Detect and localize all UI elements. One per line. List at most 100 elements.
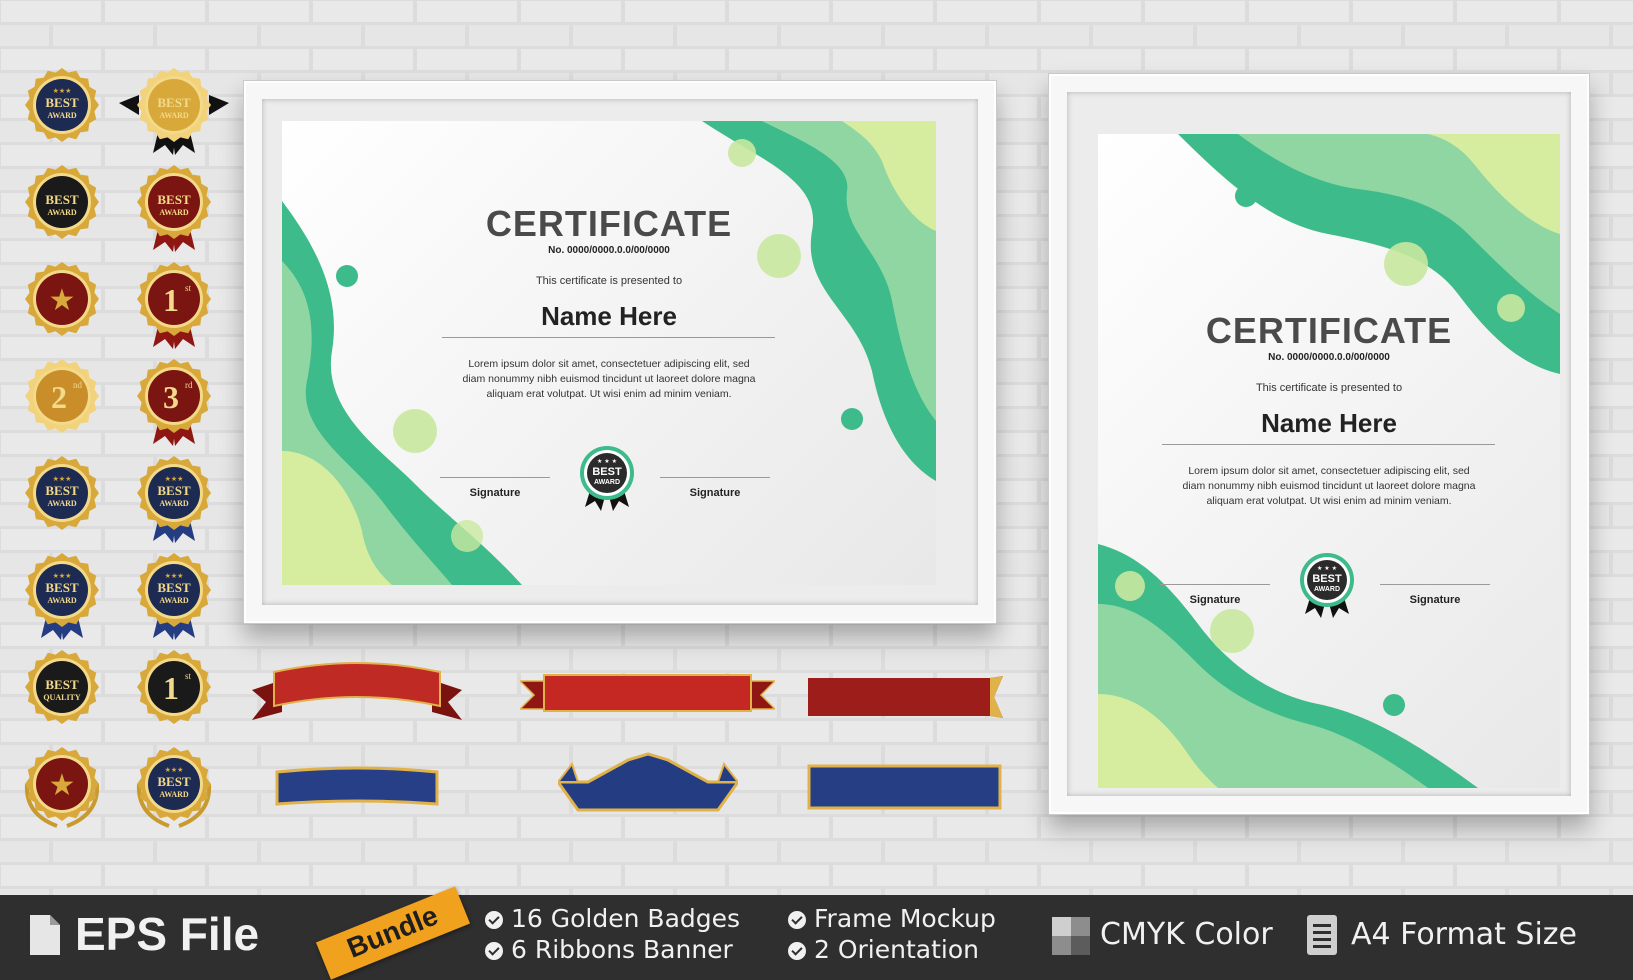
check-icon [485,911,503,929]
check-icon [788,942,806,960]
svg-text:BEST: BEST [157,192,191,207]
svg-text:★★★: ★★★ [53,572,72,580]
document-icon [30,915,60,955]
svg-text:st: st [185,671,192,681]
svg-text:AWARD: AWARD [159,111,189,120]
certificate-body-line1: Lorem ipsum dolor sit amet, consectetuer… [468,358,750,370]
eps-file-label: EPS File [75,908,260,960]
svg-text:BEST: BEST [45,483,79,498]
bundle-label: Bundle [342,899,443,964]
certificate-body-line3: aliquam erat volutpat. Ut wisi enim ad m… [486,388,732,400]
svg-text:★★★: ★★★ [165,572,184,580]
landscape-green-waves [282,121,936,585]
svg-text:★ ★ ★: ★ ★ ★ [1317,565,1337,572]
certificate-body-line1: Lorem ipsum dolor sit amet, consectetuer… [1188,465,1470,477]
portrait-frame: CERTIFICATE No. 0000/0000.0.0/00/0000 Th… [1048,73,1590,815]
signature-line-right [660,477,770,478]
certificate-name: Name Here [541,301,677,331]
certificate-number: No. 0000/0000.0.0/00/0000 [548,245,670,256]
svg-text:BEST: BEST [157,580,191,595]
certificate-number: No. 0000/0000.0.0/00/0000 [1268,352,1390,363]
svg-text:★ ★ ★: ★ ★ ★ [597,458,617,465]
feature-orientation-text: 2 Orientation [814,935,979,964]
seal-bottom-text: AWARD [1314,586,1340,593]
certificate-title: CERTIFICATE [485,203,733,244]
cmyk-color-label: CMYK Color [1100,917,1273,952]
svg-text:BEST: BEST [45,192,79,207]
ribbon-red-straight [520,674,775,712]
landscape-certificate: CERTIFICATE No. 0000/0000.0.0/00/0000 Th… [282,121,936,585]
certificate-seal-icon: ★ ★ ★ BEST AWARD [580,446,634,511]
award-badge-icon: BESTAWARD [25,165,99,239]
award-badge-icon: 1 st [137,650,211,724]
svg-text:AWARD: AWARD [159,790,189,799]
certificate-body-line2: diam nonummy nibh euismod tincidunt ut l… [462,373,756,385]
svg-text:BEST: BEST [45,580,79,595]
award-badge-icon: ★ [24,747,100,828]
footer-bar: EPS File Bundle 16 Golden Badges 6 Ribbo… [0,886,1633,980]
landscape-frame: CERTIFICATE No. 0000/0000.0.0/00/0000 Th… [243,80,997,624]
award-badge-icon: 2 nd [25,359,99,433]
svg-text:QUALITY: QUALITY [43,693,81,702]
signature-label-right: Signature [689,487,741,499]
signature-line-left [1160,584,1270,585]
award-badge-icon: BESTAWARD [137,165,211,252]
ribbon-red-curved [252,662,462,720]
certificate-presented-text: This certificate is presented to [535,275,683,287]
svg-text:BEST: BEST [157,483,191,498]
signature-label-left: Signature [1189,594,1241,606]
certificate-body-line3: aliquam erat volutpat. Ut wisi enim ad m… [1206,495,1452,507]
svg-text:AWARD: AWARD [47,596,77,605]
page-icon [1307,915,1337,955]
seal-top-text: BEST [1312,573,1342,585]
svg-text:BEST: BEST [157,95,191,110]
feature-frame-mockup-text: Frame Mockup [814,904,996,933]
svg-text:st: st [185,283,192,293]
svg-text:AWARD: AWARD [47,111,77,120]
signature-line-left [440,477,550,478]
ribbon-blue-curved [275,766,439,806]
a4-format-label: A4 Format Size [1351,917,1577,952]
signature-label-left: Signature [469,487,521,499]
bundle-tag: Bundle [315,886,471,980]
ribbon-red-flag [808,676,1003,718]
badge-rank: 3 [163,379,179,415]
award-badge-icon: ★★★BESTAWARD [136,747,212,828]
svg-text:★★★: ★★★ [53,87,72,95]
ribbon-blue-crown [558,752,738,812]
signature-label-right: Signature [1409,594,1461,606]
award-badge-icon: 1 st [137,262,211,349]
award-badge-icon: BESTAWARD [119,68,229,155]
badge-rank: 1 [163,670,179,706]
badge-rank: 2 [51,379,67,415]
badge-rank: 1 [163,282,179,318]
svg-text:★: ★ [49,768,76,803]
certificate-title: CERTIFICATE [1205,310,1453,351]
feature-golden-badges: 16 Golden Badges [485,904,740,933]
award-badge-icon: BESTQUALITY [25,650,99,724]
award-badge-icon: ★★★BESTAWARD [25,456,99,530]
certificate-seal-icon: ★ ★ ★ BEST AWARD [1300,553,1354,618]
award-badge-icon: ★★★BESTAWARD [137,553,211,640]
svg-text:AWARD: AWARD [47,208,77,217]
portrait-green-waves [1098,134,1560,788]
svg-text:★★★: ★★★ [165,475,184,483]
svg-text:nd: nd [73,380,83,390]
award-badge-icon: ★ [25,262,99,336]
seal-bottom-text: AWARD [594,479,620,486]
seal-top-text: BEST [592,466,622,478]
name-underline [442,337,775,338]
check-icon [485,942,503,960]
signature-line-right [1380,584,1490,585]
svg-text:AWARD: AWARD [47,499,77,508]
feature-ribbons-banner: 6 Ribbons Banner [485,935,733,964]
award-badge-icon: 3 rd [137,359,211,446]
name-underline [1162,444,1495,445]
svg-text:★★★: ★★★ [165,766,184,774]
feature-ribbons-banner-text: 6 Ribbons Banner [511,935,733,964]
feature-orientation: 2 Orientation [788,935,979,964]
svg-text:BEST: BEST [45,677,79,692]
feature-golden-badges-text: 16 Golden Badges [511,904,741,933]
award-badge-icon: ★★★BESTAWARD [137,456,211,543]
certificate-presented-text: This certificate is presented to [1255,382,1403,394]
